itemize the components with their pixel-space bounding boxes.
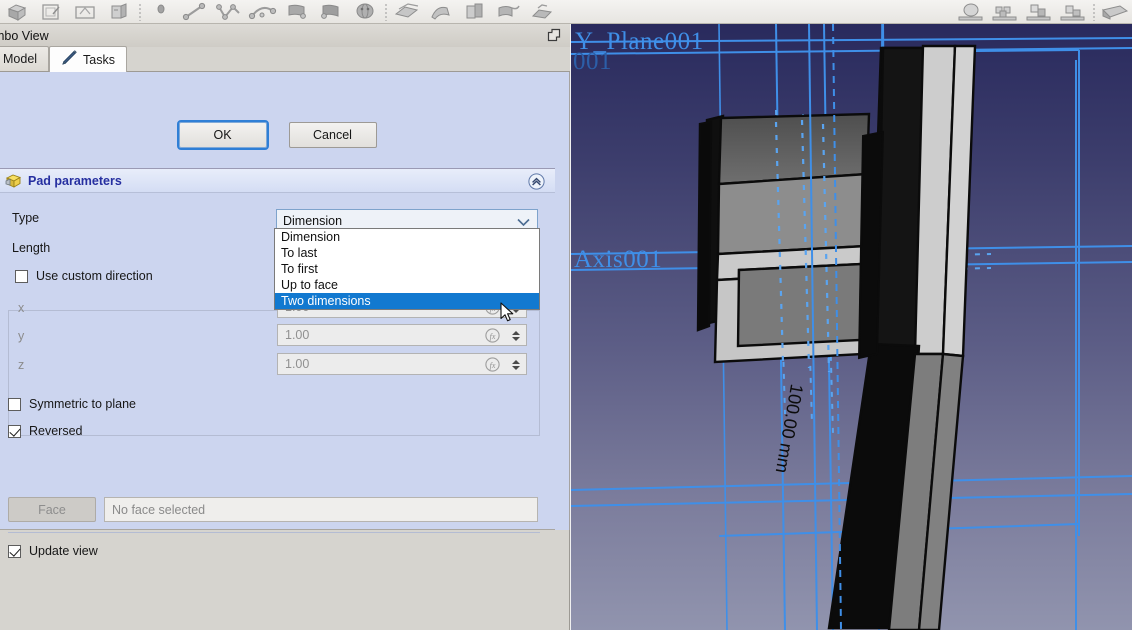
z-value: 1.00 bbox=[285, 357, 310, 371]
pad-icon[interactable] bbox=[280, 0, 314, 23]
mirrored-icon[interactable] bbox=[492, 0, 526, 23]
combo-view-tabs: Model Tasks bbox=[0, 46, 570, 72]
3d-viewport[interactable]: Y_Plane001 001 Axis001 100.00 mm bbox=[571, 24, 1132, 630]
combo-view-title: mbo View bbox=[0, 28, 49, 43]
y-label: y bbox=[18, 329, 25, 343]
expression-icon[interactable]: fx bbox=[485, 357, 500, 372]
x-label: x bbox=[18, 301, 25, 315]
undock-icon[interactable] bbox=[547, 28, 562, 43]
part-box-icon[interactable] bbox=[0, 0, 34, 23]
boolean-icon[interactable] bbox=[1022, 0, 1056, 23]
symmetric-to-plane-label: Symmetric to plane bbox=[29, 397, 136, 411]
chevron-up-icon[interactable] bbox=[528, 173, 545, 190]
line-icon[interactable] bbox=[178, 0, 212, 23]
arc-icon[interactable] bbox=[246, 0, 280, 23]
map-sketch-icon[interactable] bbox=[68, 0, 102, 23]
multi-transform-icon[interactable] bbox=[988, 0, 1022, 23]
combo-view-panel: mbo View Model Task bbox=[0, 24, 570, 630]
toolbar-separator-3 bbox=[1090, 2, 1098, 22]
mouse-pointer bbox=[500, 302, 516, 327]
dropdown-option-to-first[interactable]: To first bbox=[275, 261, 539, 277]
plane-label-partial: 001 bbox=[573, 48, 612, 75]
helix-icon[interactable] bbox=[458, 0, 492, 23]
dropdown-option-to-last[interactable]: To last bbox=[275, 245, 539, 261]
update-view-row[interactable]: Update view bbox=[8, 544, 98, 558]
use-custom-direction-label: Use custom direction bbox=[36, 269, 153, 283]
measure-icon[interactable] bbox=[1056, 0, 1090, 23]
z-label: z bbox=[18, 358, 25, 372]
dialog-button-row: OK Cancel bbox=[0, 120, 555, 150]
polar-pattern-icon[interactable] bbox=[954, 0, 988, 23]
length-label: Length bbox=[12, 241, 51, 255]
y-spinbox[interactable]: 1.00 fx bbox=[277, 324, 527, 346]
update-view-label: Update view bbox=[29, 544, 98, 558]
type-combobox-value: Dimension bbox=[283, 213, 343, 228]
axis-label: Axis001 bbox=[574, 246, 663, 273]
pocket-icon[interactable] bbox=[314, 0, 348, 23]
sketch-icon[interactable] bbox=[34, 0, 68, 23]
validate-sketch-icon[interactable] bbox=[102, 0, 136, 23]
tab-model[interactable]: Model bbox=[0, 46, 50, 71]
tab-tasks[interactable]: Tasks bbox=[49, 46, 127, 72]
z-stepper[interactable] bbox=[508, 355, 524, 374]
use-custom-direction-checkbox[interactable] bbox=[15, 269, 28, 283]
revolution-icon[interactable] bbox=[348, 0, 382, 23]
y-value: 1.00 bbox=[285, 328, 310, 342]
pencil-icon bbox=[61, 50, 78, 69]
3d-scene bbox=[571, 24, 1132, 630]
main-toolbar bbox=[0, 0, 1132, 24]
reversed-checkbox[interactable] bbox=[8, 424, 21, 438]
type-dropdown-popup[interactable]: Dimension To last To first Up to face Tw… bbox=[274, 228, 540, 310]
expression-icon[interactable]: fx bbox=[485, 328, 500, 343]
combo-view-titlebar: mbo View bbox=[0, 24, 570, 47]
pipe-icon[interactable] bbox=[424, 0, 458, 23]
toolbar-separator-2 bbox=[382, 2, 390, 22]
face-input[interactable]: No face selected bbox=[104, 497, 538, 522]
toolbar-separator bbox=[136, 2, 144, 22]
reversed-label: Reversed bbox=[29, 424, 83, 438]
polyline-icon[interactable] bbox=[212, 0, 246, 23]
z-spinbox[interactable]: 1.00 fx bbox=[277, 353, 527, 375]
tab-tasks-label: Tasks bbox=[83, 52, 115, 67]
cancel-button[interactable]: Cancel bbox=[288, 122, 377, 148]
pad-parameters-group-header[interactable]: Pad parameters bbox=[0, 168, 555, 193]
ok-button[interactable]: OK bbox=[176, 120, 269, 150]
scoop-icon[interactable] bbox=[1098, 0, 1132, 23]
face-button[interactable]: Face bbox=[8, 497, 96, 522]
dropdown-option-dimension[interactable]: Dimension bbox=[275, 229, 539, 245]
symmetric-to-plane-row[interactable]: Symmetric to plane bbox=[8, 397, 136, 411]
pad-yellow-box-icon bbox=[5, 172, 23, 189]
model-stepped-block bbox=[696, 112, 871, 364]
y-stepper[interactable] bbox=[508, 326, 524, 345]
svg-text:fx: fx bbox=[490, 361, 496, 370]
pad-parameters-title: Pad parameters bbox=[28, 173, 122, 188]
linear-pattern-icon[interactable] bbox=[526, 0, 560, 23]
svg-text:fx: fx bbox=[490, 332, 496, 341]
type-label: Type bbox=[12, 211, 40, 225]
symmetric-to-plane-checkbox[interactable] bbox=[8, 397, 21, 411]
section-divider bbox=[8, 532, 540, 533]
update-view-checkbox[interactable] bbox=[8, 544, 21, 558]
tab-model-label: Model bbox=[3, 52, 38, 66]
dropdown-option-up-to-face[interactable]: Up to face bbox=[275, 277, 539, 293]
reversed-row[interactable]: Reversed bbox=[8, 424, 83, 438]
point-icon[interactable] bbox=[144, 0, 178, 23]
use-custom-direction-row[interactable]: Use custom direction bbox=[15, 269, 153, 283]
loft-icon[interactable] bbox=[390, 0, 424, 23]
freecad-window: mbo View Model Task bbox=[0, 0, 1132, 630]
